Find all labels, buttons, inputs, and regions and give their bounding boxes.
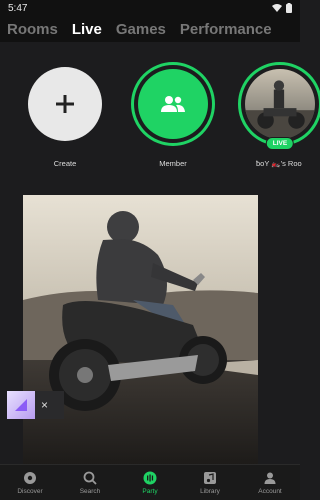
status-icons	[272, 3, 292, 13]
discover-icon	[23, 471, 37, 485]
status-time: 5:47	[8, 2, 28, 14]
bottom-nav: Discover Search Party Library Account	[0, 464, 300, 500]
tab-live[interactable]: Live	[72, 21, 102, 38]
story-member[interactable]: Member	[128, 52, 218, 168]
story-live-room[interactable]: LIVE ƀoY 🏍️'s Roo	[238, 52, 320, 168]
group-icon	[161, 96, 185, 112]
nav-label-search: Search	[79, 488, 101, 495]
story-label-create: Create	[53, 159, 77, 168]
search-icon	[83, 471, 97, 485]
story-create[interactable]: Create	[20, 52, 110, 168]
plus-icon	[56, 95, 74, 113]
nav-account[interactable]: Account	[240, 471, 300, 495]
close-icon[interactable]: ×	[41, 398, 48, 412]
nav-library[interactable]: Library	[180, 471, 240, 495]
stories-row: Create Member LIVE ƀoY 🏍️'s Roo	[0, 52, 320, 172]
nav-discover[interactable]: Discover	[0, 471, 60, 495]
top-tabs: Rooms Live Games Performance	[0, 16, 300, 42]
party-icon	[143, 471, 157, 485]
video-frame	[23, 195, 258, 465]
tab-games[interactable]: Games	[116, 21, 166, 38]
battery-icon	[286, 3, 292, 13]
library-icon	[203, 471, 217, 485]
member-button[interactable]	[131, 62, 215, 146]
wifi-icon	[272, 3, 282, 12]
nav-party[interactable]: Party	[120, 471, 180, 495]
story-label-member: Member	[159, 159, 187, 168]
tab-performance[interactable]: Performance	[180, 21, 272, 38]
nav-label-discover: Discover	[17, 488, 43, 495]
triangle-logo-icon	[15, 399, 27, 411]
account-icon	[263, 471, 277, 485]
video-feed[interactable]	[23, 195, 258, 465]
create-button[interactable]	[28, 67, 102, 141]
mini-player-thumbnail[interactable]	[7, 391, 35, 419]
story-label-room: ƀoY 🏍️'s Roo	[256, 159, 302, 168]
mini-player[interactable]: ×	[7, 391, 64, 419]
live-room-avatar[interactable]: LIVE	[238, 62, 320, 150]
nav-label-library: Library	[200, 488, 220, 495]
live-badge: LIVE	[265, 137, 295, 150]
nav-label-party: Party	[142, 488, 158, 495]
status-bar: 5:47	[0, 0, 300, 16]
live-room-thumbnail	[245, 69, 315, 139]
nav-search[interactable]: Search	[60, 471, 120, 495]
nav-label-account: Account	[258, 488, 282, 495]
tab-rooms[interactable]: Rooms	[7, 21, 58, 38]
